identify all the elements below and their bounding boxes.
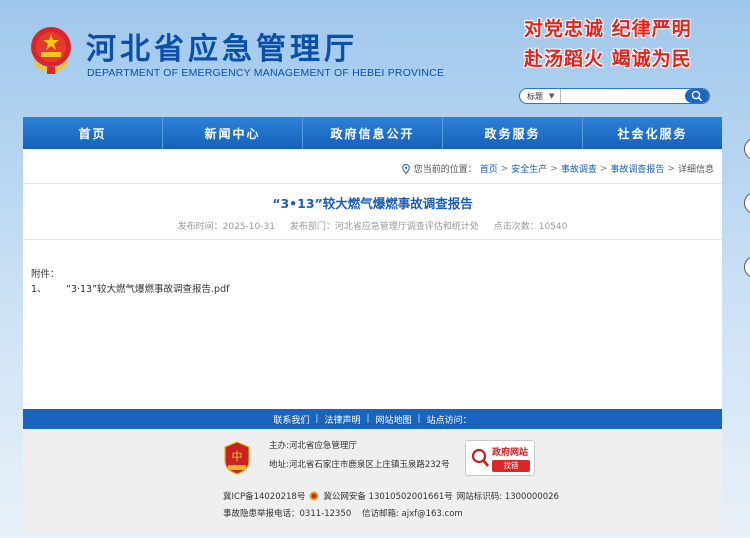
breadcrumb-prefix: 您当前的位置：: [413, 165, 477, 175]
side-float-button[interactable]: [744, 138, 750, 160]
footer-link-legal[interactable]: 法律声明: [324, 413, 360, 426]
breadcrumb-safety[interactable]: 安全生产: [511, 162, 547, 175]
side-float-button[interactable]: [744, 256, 750, 278]
attachment-item: 1、 “3·13”较大燃气爆燃事故调查报告.pdf: [31, 281, 229, 295]
search-bar: 标题 ▼: [519, 88, 710, 104]
chevron-down-icon: ▼: [549, 92, 555, 100]
nav-news-center[interactable]: 新闻中心: [163, 117, 303, 149]
icp-number[interactable]: 冀ICP备14020218号: [223, 490, 305, 502]
host-address: 地址:河北省石家庄市鹿泉区上庄镇玉泉路232号: [269, 460, 450, 470]
breadcrumb-separator: >: [667, 163, 675, 174]
nav-gov-info[interactable]: 政府信息公开: [303, 117, 443, 149]
article-meta: 发布时间：2025-10-31 发布部门：河北省应急管理厅调查评估和统计处 点击…: [23, 219, 722, 232]
divider: [23, 239, 722, 240]
article-panel: 您当前的位置： 首页 > 安全生产 > 事故调查 > 事故调查报告 > 详细信息…: [23, 149, 722, 409]
gov-badge-title: 政府网站: [492, 448, 529, 458]
breadcrumb-current: 详细信息: [677, 165, 714, 175]
nav-home[interactable]: 首页: [23, 117, 163, 149]
footer-links-bar: 联系我们 | 法律声明 | 网站地图 | 站点访问：: [23, 409, 722, 429]
nav-gov-service[interactable]: 政务服务: [443, 117, 583, 149]
site-subtitle: DEPARTMENT OF EMERGENCY MANAGEMENT OF HE…: [87, 67, 445, 79]
divider: [23, 183, 722, 184]
footer-link-contact[interactable]: 联系我们: [273, 413, 309, 426]
breadcrumb-separator: >: [500, 163, 509, 174]
site-code: 网站标识码: 1300000026: [456, 492, 559, 502]
publish-time: 发布时间：2025-10-31: [177, 222, 275, 232]
breadcrumb-separator: >: [599, 163, 608, 174]
attachment-link[interactable]: “3·13”较大燃气爆燃事故调查报告.pdf: [66, 284, 229, 295]
hotline: 事故隐患举报电话：0311-12350: [223, 509, 352, 519]
icp-line: 冀ICP备14020218号 冀公网安备 13010502001661号 网站标…: [223, 490, 559, 502]
attachment-index: 1、: [31, 284, 47, 295]
site-footer: 中 主办:河北省应急管理厅 地址:河北省石家庄市鹿泉区上庄镇玉泉路232号 政府…: [23, 429, 722, 531]
main-nav: 首页 新闻中心 政府信息公开 政务服务 社会化服务: [23, 117, 722, 149]
location-icon: [401, 163, 410, 174]
search-scope-select[interactable]: 标题 ▼: [520, 89, 561, 103]
svg-text:中: 中: [232, 450, 243, 463]
breadcrumb-reports[interactable]: 事故调查报告: [610, 162, 664, 175]
search-input[interactable]: [560, 89, 685, 103]
breadcrumb-separator: >: [550, 163, 558, 174]
party-government-badge-icon[interactable]: 中: [223, 441, 251, 475]
breadcrumb: 您当前的位置： 首页 > 安全生产 > 事故调查 > 事故调查报告 > 详细信息: [401, 162, 714, 175]
attachment-label: 附件：: [31, 269, 60, 280]
footer-separator: |: [315, 414, 319, 424]
slogan-line-2: 赴汤蹈火 竭诚为民: [524, 48, 692, 70]
side-float-button[interactable]: [744, 192, 750, 214]
footer-separator: |: [417, 414, 421, 424]
breadcrumb-investigation[interactable]: 事故调查: [561, 162, 597, 175]
national-emblem-icon: [31, 27, 71, 74]
police-record[interactable]: 冀公网安备 13010502001661号: [323, 490, 452, 502]
breadcrumb-home[interactable]: 首页: [480, 162, 498, 175]
article-title: “3•13”较大燃气爆燃事故调查报告: [272, 196, 473, 211]
host-organization: 主办:河北省应急管理厅: [269, 441, 357, 451]
footer-site-visit: 站点访问：: [426, 415, 472, 426]
slogan-line-1: 对党忠诚 纪律严明: [524, 18, 692, 40]
gov-badge-button[interactable]: 找错: [492, 460, 530, 472]
search-scope-label: 标题: [527, 91, 543, 101]
site-title: 河北省应急管理厅: [86, 32, 358, 67]
publish-department: 发布部门：河北省应急管理厅调查评估和统计处: [289, 222, 479, 232]
footer-link-sitemap[interactable]: 网站地图: [376, 413, 412, 426]
search-button[interactable]: [684, 89, 709, 103]
nav-social-service[interactable]: 社会化服务: [583, 117, 722, 149]
gov-website-error-badge[interactable]: 政府网站 找错: [465, 440, 535, 476]
report-line: 事故隐患举报电话：0311-12350 信访邮箱: ajxf@163.com: [223, 507, 471, 519]
view-count: 点击次数：10540: [493, 222, 568, 232]
site-header: 河北省应急管理厅 DEPARTMENT OF EMERGENCY MANAGEM…: [0, 0, 750, 118]
email: 信访邮箱: ajxf@163.com: [361, 509, 463, 519]
footer-separator: |: [366, 414, 370, 424]
magnifier-icon: [471, 448, 490, 467]
search-icon: [691, 90, 703, 102]
police-badge-icon: [309, 491, 319, 501]
